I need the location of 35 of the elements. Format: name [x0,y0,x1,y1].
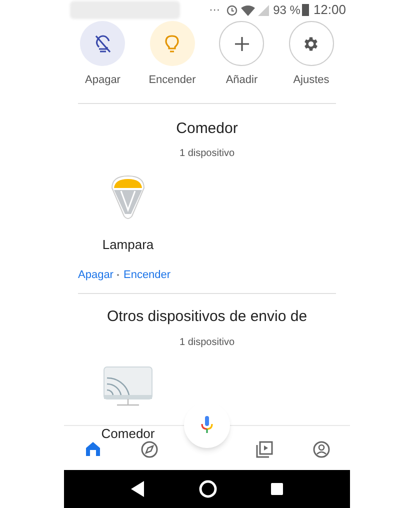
device-action-link[interactable]: Apagar [78,266,114,283]
wifi-icon [241,4,256,16]
home-circle-icon[interactable] [199,480,217,498]
device-count: 1 dispositivo [178,147,236,161]
overflow-dots: ··· [209,2,220,18]
battery-icon [302,4,310,16]
clock-time: 12:00 [313,1,346,20]
action-label: Ajustes [293,73,330,88]
room-title: Comedor [175,118,239,138]
media-icon[interactable] [256,440,273,458]
action-label: Encender [148,73,196,88]
mic-button[interactable] [184,402,230,448]
battery-percent: 93 % [273,2,300,19]
bulb-icon [165,34,180,52]
compass-icon[interactable] [141,440,158,458]
device-name[interactable]: Comedor [101,424,155,443]
microphone-icon [201,416,213,434]
settings-icon [302,34,320,52]
alarm-icon [226,4,238,16]
account-icon[interactable] [312,440,330,458]
device-count: 1 dispositivo [178,336,236,350]
bulb-off-icon [94,34,111,52]
action-label: Apagar [85,73,120,88]
light-off-button[interactable] [80,21,126,66]
plus-icon [234,36,249,50]
settings-button[interactable] [288,21,334,66]
cast-display-icon [103,366,153,408]
device-action-link[interactable]: Encender [123,266,171,283]
room-title: Otros dispositivos de envio de [106,307,308,327]
back-icon[interactable] [131,481,145,497]
action-label: Añadir [226,73,258,88]
home-icon[interactable] [84,441,101,457]
device-name[interactable]: Lampara [102,235,154,254]
signal-icon [258,4,270,16]
lamp-icon [109,174,147,222]
